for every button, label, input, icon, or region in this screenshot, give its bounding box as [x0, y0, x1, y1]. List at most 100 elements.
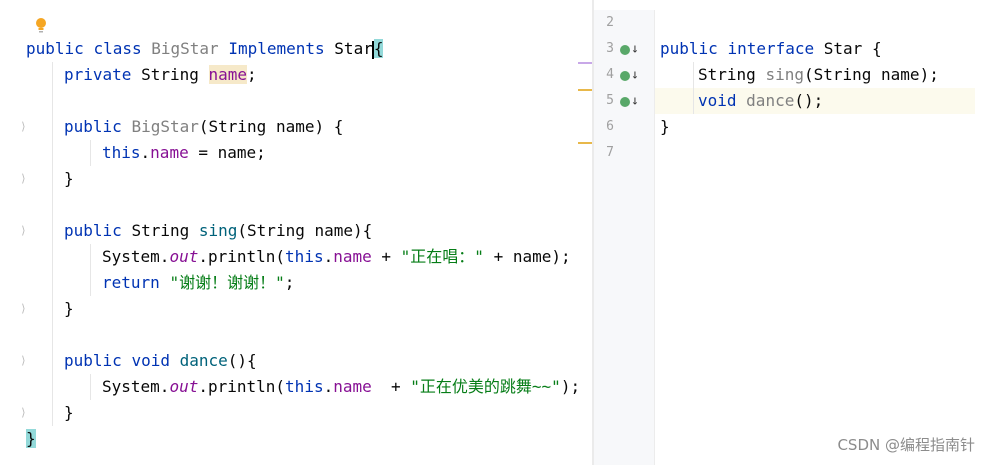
- indent-guide: [90, 244, 91, 296]
- keyword: public: [64, 117, 122, 136]
- statement-rest: = name;: [188, 143, 266, 162]
- punct: ;: [284, 273, 295, 292]
- line-number: 4: [606, 67, 614, 82]
- code-line[interactable]: public void dance(){: [64, 348, 257, 374]
- implemented-by-icon[interactable]: ↓: [620, 36, 639, 62]
- string-literal: "正在优美的跳舞~~": [410, 377, 561, 396]
- keyword: public: [26, 39, 84, 58]
- brace: }: [26, 429, 36, 448]
- field: name: [333, 377, 372, 396]
- field: name: [150, 143, 189, 162]
- code-line[interactable]: }: [64, 400, 74, 426]
- code-line[interactable]: System.out.println(this.name + "正在唱：" + …: [102, 244, 571, 270]
- keyword: this: [102, 143, 141, 162]
- indent-guide: [52, 62, 53, 426]
- code-line[interactable]: }: [64, 296, 74, 322]
- fold-icon[interactable]: ⟩: [20, 218, 27, 244]
- code-line[interactable]: public interface Star {: [660, 36, 882, 62]
- code-line[interactable]: String sing(String name);: [698, 62, 939, 88]
- brace: {: [862, 39, 882, 58]
- ide-window: ⟩ ⟩ ⟩ ⟩ ⟩ ⟩ public class BigStar Impleme…: [0, 0, 989, 465]
- keyword: class: [93, 39, 142, 58]
- watermark: CSDN @编程指南针: [837, 436, 975, 454]
- punct: .: [323, 247, 334, 266]
- keyword: void: [131, 351, 170, 370]
- punct: .: [140, 143, 151, 162]
- method-call: .println(: [198, 377, 286, 396]
- implemented-by-icon[interactable]: ↓: [620, 62, 639, 88]
- method-name: sing: [765, 65, 804, 84]
- params: (String name){: [237, 221, 373, 240]
- field: name: [208, 65, 248, 84]
- class-name: BigStar: [151, 39, 219, 58]
- operator: +: [371, 377, 411, 396]
- punct: ;: [247, 65, 257, 84]
- brace: {: [373, 39, 384, 58]
- type: String: [698, 65, 756, 84]
- brace: }: [64, 403, 74, 422]
- statement-rest: );: [560, 377, 581, 396]
- fold-icon[interactable]: ⟩: [20, 114, 27, 140]
- interface-name: Star: [823, 39, 863, 58]
- keyword: this: [285, 377, 324, 396]
- scroll-marker[interactable]: [578, 89, 592, 91]
- implemented-by-icon[interactable]: ↓: [620, 88, 639, 114]
- params: ();: [794, 91, 824, 110]
- keyword: void: [698, 91, 737, 110]
- keyword: interface: [727, 39, 815, 58]
- fold-icon[interactable]: ⟩: [20, 348, 27, 374]
- keyword: private: [64, 65, 132, 84]
- method-call: .println(: [198, 247, 286, 266]
- keyword: public: [64, 351, 122, 370]
- string-literal: "谢谢！谢谢！": [169, 273, 285, 292]
- type: String: [141, 65, 199, 84]
- method-name: sing: [198, 221, 238, 240]
- keyword: Implements: [228, 39, 325, 58]
- fold-icon[interactable]: ⟩: [20, 296, 27, 322]
- code-line[interactable]: return "谢谢！谢谢！";: [102, 270, 294, 296]
- type: String: [131, 221, 190, 240]
- scroll-marker[interactable]: [578, 62, 592, 64]
- keyword: this: [285, 247, 324, 266]
- params: (){: [227, 351, 257, 370]
- statement-rest: + name);: [483, 247, 571, 266]
- fold-icon[interactable]: ⟩: [20, 166, 27, 192]
- field: name: [333, 247, 372, 266]
- line-number: 5: [606, 93, 614, 108]
- line-number: 6: [606, 119, 614, 134]
- code-line[interactable]: private String name;: [64, 62, 257, 88]
- code-line[interactable]: }: [26, 426, 36, 452]
- line-number: 7: [606, 145, 614, 160]
- punct: .: [323, 377, 334, 396]
- brace: }: [64, 299, 74, 318]
- left-editor[interactable]: ⟩ ⟩ ⟩ ⟩ ⟩ ⟩ public class BigStar Impleme…: [0, 0, 592, 465]
- code-line[interactable]: this.name = name;: [102, 140, 266, 166]
- line-number: 2: [606, 15, 614, 30]
- method-name: dance: [746, 91, 795, 110]
- code-line[interactable]: public String sing(String name){: [64, 218, 372, 244]
- fold-icon[interactable]: ⟩: [20, 400, 27, 426]
- keyword: public: [64, 221, 122, 240]
- code-line[interactable]: }: [660, 114, 670, 140]
- code-line[interactable]: System.out.println(this.name + "正在优美的跳舞~…: [102, 374, 580, 400]
- lightbulb-icon[interactable]: [34, 17, 48, 35]
- code-line[interactable]: void dance();: [698, 88, 823, 114]
- code-line[interactable]: public class BigStar Implements Star{: [26, 36, 384, 62]
- line-number: 3: [606, 41, 614, 56]
- code-line[interactable]: }: [64, 166, 74, 192]
- code-line[interactable]: public BigStar(String name) {: [64, 114, 343, 140]
- operator: +: [371, 247, 401, 266]
- indent-guide: [693, 62, 694, 114]
- scroll-marker[interactable]: [578, 142, 592, 144]
- indent-guide: [90, 140, 91, 166]
- keyword: return: [102, 273, 160, 292]
- brace: }: [660, 117, 670, 136]
- params: (String name) {: [198, 117, 344, 136]
- string-literal: "正在唱：": [400, 247, 484, 266]
- indent-guide: [90, 374, 91, 400]
- params: (String name);: [803, 65, 939, 84]
- interface-ref: Star: [334, 39, 373, 58]
- static-field: out: [169, 377, 199, 396]
- object: System.: [102, 377, 170, 396]
- static-field: out: [169, 247, 199, 266]
